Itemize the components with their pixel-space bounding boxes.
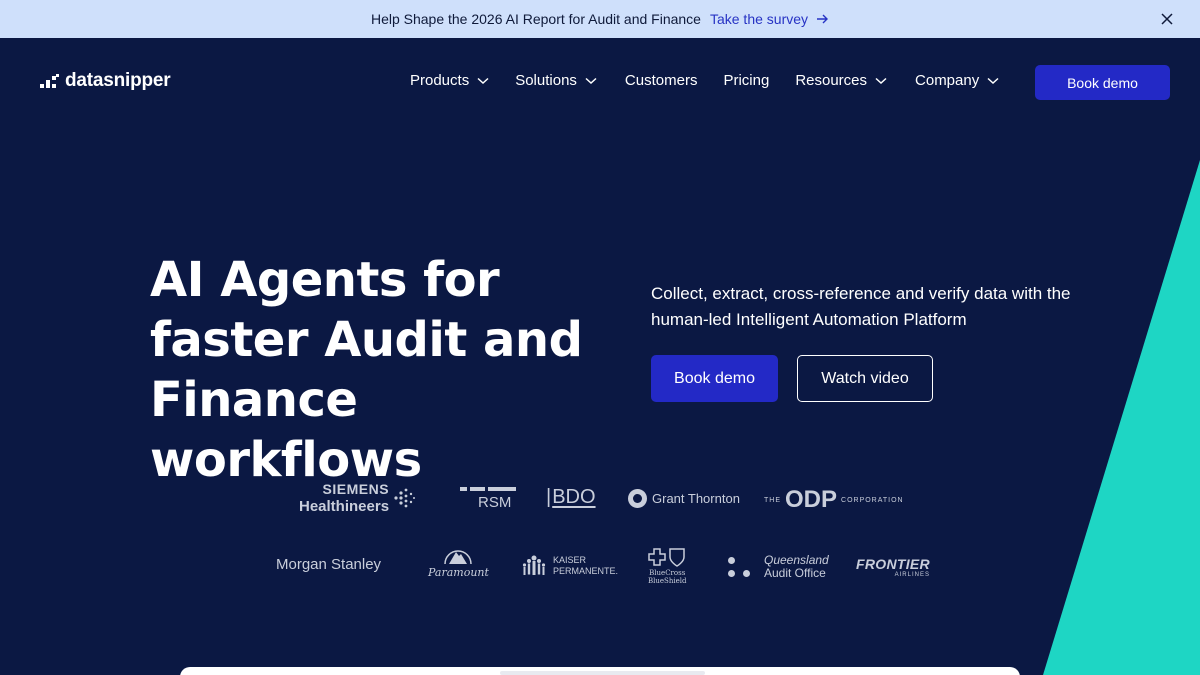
nav-item-pricing[interactable]: Pricing [723,72,769,89]
book-demo-nav-button[interactable]: Book demo [1035,65,1170,100]
paramount-logo-text: Paramount [428,566,489,579]
nav-item-company[interactable]: Company [915,72,999,89]
book-demo-button[interactable]: Book demo [651,355,778,402]
nav-item-label: Products [410,72,470,89]
product-preview-card [180,667,1020,675]
nav-item-label: Pricing [723,72,770,89]
close-icon[interactable] [1160,12,1174,26]
hero-subtitle: Collect, extract, cross-reference and ve… [651,284,1071,329]
take-survey-link[interactable]: Take the survey [710,11,829,27]
nav-item-label: Customers [624,72,698,89]
take-survey-label: Take the survey [709,11,809,27]
hero-title-line: Finance workflows [150,372,422,488]
siemens-logo-text: SIEMENS [322,481,390,497]
grant-thornton-logo: Grant Thornton [628,489,740,508]
announcement-bar: Help Shape the 2026 AI Report for Audit … [0,0,1200,38]
hero-title-line: faster Audit and [150,312,583,368]
frontier-logo-text: FRONTIER [856,556,930,572]
nav-item-label: Solutions [515,72,577,89]
queensland-audit-office-logo: Queensland Audit Office [728,554,829,580]
main-navigation: datasnipper Products Solutions Customers… [0,38,1200,126]
permanente-text: PERMANENTE. [553,566,619,576]
grant-thornton-circle-icon [628,489,647,508]
chevron-down-icon [477,77,489,84]
queensland-dots-icon [728,557,750,577]
odp-suffix-text: CORPORATION [841,496,904,504]
hero-title: AI Agents for faster Audit and Finance w… [150,250,620,490]
nav-item-products[interactable]: Products [410,72,489,89]
paramount-logo: Paramount [428,546,489,579]
chevron-down-icon [585,77,597,84]
nav-menu: Products Solutions Customers Pricing Res… [410,72,999,89]
nav-item-label: Company [915,72,980,89]
grant-thornton-logo-text: Grant Thornton [652,491,740,506]
rsm-logo-text: RSM [478,494,512,511]
datasnipper-logo[interactable]: datasnipper [40,70,171,92]
frontier-airlines-logo: FRONTIER AIRLINES [856,556,930,578]
preview-bar [500,671,705,675]
kaiser-people-icon [522,555,546,575]
airlines-logo-text: AIRLINES [894,572,930,578]
watch-video-button[interactable]: Watch video [797,355,933,402]
kaiser-permanente-logo-text: KAISER PERMANENTE. [553,555,618,577]
logo-text: datasnipper [65,70,171,91]
nav-item-solutions[interactable]: Solutions [515,72,597,89]
audit-office-text: Audit Office [764,566,826,580]
blueshield-text: BlueShield [648,577,687,585]
bdo-logo: | BDO [546,486,596,508]
datasnipper-logo-icon [40,74,59,88]
announcement-message: Help Shape the 2026 AI Report for Audit … [370,11,701,27]
arrow-right-icon [817,14,829,24]
hero-title-line: AI Agents for [150,252,500,308]
siemens-healthineers-logo: SIEMENS Healthineers [299,481,416,515]
rsm-bars-icon [460,487,516,491]
chevron-down-icon [987,77,999,84]
siemens-dots-icon [394,488,416,508]
bluecross-blueshield-logo: BlueCross BlueShield [648,547,686,585]
chevron-down-icon [875,77,887,84]
morgan-stanley-logo-text: Morgan Stanley [276,556,382,573]
rsm-logo: RSM [460,487,516,511]
cross-shield-icon [648,548,685,567]
bluecross-text: BlueCross [649,569,686,577]
kaiser-text: KAISER [553,555,587,565]
bdo-logo-text: BDO [552,486,596,508]
morgan-stanley-logo: Morgan Stanley [276,556,381,573]
healthineers-logo-text: Healthineers [299,498,390,515]
odp-prefix-text: THE [764,496,781,504]
odp-corporation-logo: THE ODP CORPORATION [764,486,904,514]
paramount-mountain-icon [444,550,473,564]
nav-item-label: Resources [795,72,868,89]
nav-item-resources[interactable]: Resources [795,72,887,89]
bluecross-logo-text: BlueCross BlueShield [648,569,686,585]
nav-item-customers[interactable]: Customers [625,72,698,89]
odp-logo-text: ODP [785,486,838,513]
kaiser-permanente-logo: KAISER PERMANENTE. [521,554,618,578]
